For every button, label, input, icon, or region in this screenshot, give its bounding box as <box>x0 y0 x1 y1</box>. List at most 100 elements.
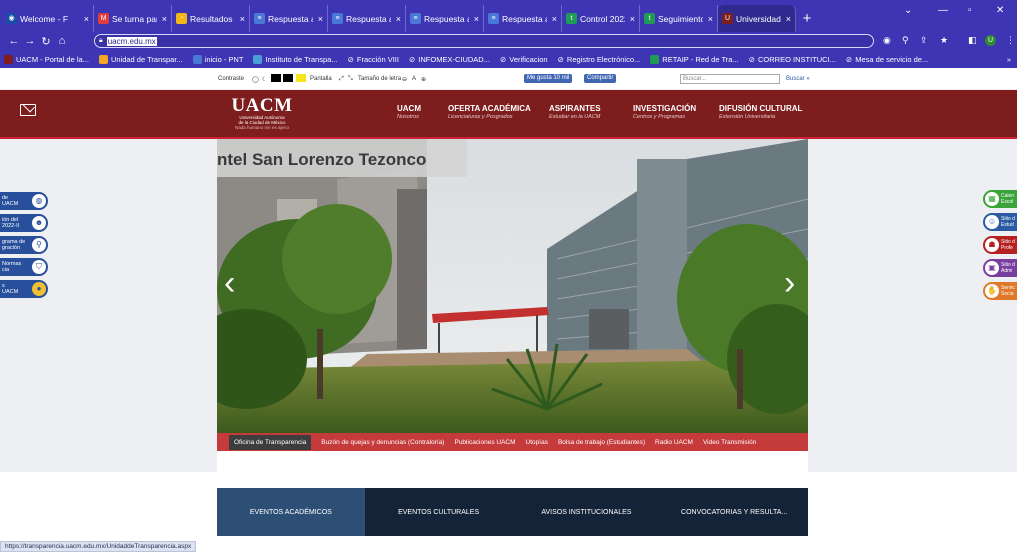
browser-tab-active[interactable]: U Universidad × <box>718 5 796 32</box>
profile-avatar[interactable]: U <box>985 35 996 46</box>
slider-prev-icon[interactable]: ‹ <box>224 264 235 303</box>
facebook-like-button[interactable]: Me gusta 10 mil <box>524 74 573 83</box>
close-icon[interactable]: × <box>84 14 89 24</box>
bookmark-star-icon[interactable]: ★ <box>940 35 948 46</box>
quick-link-buzon[interactable]: Buzón de quejas y denuncias (Contraloría… <box>321 439 444 446</box>
side-right-link[interactable]: ▦ Calen Escol <box>983 190 1017 208</box>
browser-tab[interactable]: ◔ Resultados d × <box>172 5 250 32</box>
reload-icon[interactable]: ↻ <box>38 35 54 48</box>
bookmark-favicon-icon <box>192 54 202 64</box>
side-right-link[interactable]: ☗ Sitio d Profe <box>983 236 1017 254</box>
side-right-link[interactable]: ▣ Sitio d Admi <box>983 259 1017 277</box>
bookmark-item[interactable]: ⊘ Mesa de servicio de... <box>846 55 928 64</box>
home-icon[interactable]: ⌂ <box>54 35 70 47</box>
quick-link-transparencia[interactable]: Oficina de Transparencia <box>229 434 312 450</box>
side-left-link[interactable]: de UACM ◍ <box>0 192 48 210</box>
side-right-link[interactable]: ✋ Servic Socia <box>983 282 1017 300</box>
forward-icon[interactable]: → <box>22 35 38 47</box>
quick-link-publicaciones[interactable]: Publicaciones UACM <box>454 439 515 446</box>
bookmark-item[interactable]: Instituto de Transpa... <box>253 54 338 64</box>
bookmark-label: RETAIP - Red de Tra... <box>662 54 739 64</box>
side-left-link[interactable]: ión del 2022-II ☻ <box>0 214 48 232</box>
globe-icon: ◍ <box>32 194 46 208</box>
contrast-yellow-icon[interactable] <box>296 74 306 82</box>
new-tab-button[interactable]: + <box>796 5 818 32</box>
close-window-icon[interactable]: ✕ <box>996 5 1004 16</box>
quick-link-radio[interactable]: Radio UACM <box>655 439 693 446</box>
nav-item-oferta[interactable]: OFERTA ACADÉMICA Licenciaturas y Posgrad… <box>448 104 531 120</box>
search-button[interactable]: Buscar » <box>786 76 810 82</box>
google-lens-icon[interactable]: ◉ <box>883 35 891 46</box>
side-left-link[interactable]: Normas cia ⛉ <box>0 258 48 276</box>
close-icon[interactable]: × <box>162 14 167 24</box>
tab-eventos-culturales[interactable]: EVENTOS CULTURALES <box>365 488 513 536</box>
browser-tab[interactable]: ≡ Respuesta a × <box>328 5 406 32</box>
menu-kebab-icon[interactable]: ⋮ <box>1006 35 1015 46</box>
minimize-icon[interactable]: — <box>938 5 948 16</box>
contrast-default-icon[interactable]: ◯ <box>252 76 259 83</box>
close-icon[interactable]: × <box>708 14 713 24</box>
bookmark-item[interactable]: Unidad de Transpar... <box>98 54 183 64</box>
quick-link-video[interactable]: Video Transmisión <box>703 439 756 446</box>
sidebar-icon[interactable]: ◧ <box>968 35 977 46</box>
browser-tab[interactable]: ◉ Welcome - F × <box>2 5 94 32</box>
close-icon[interactable]: × <box>318 14 323 24</box>
quick-link-bolsa[interactable]: Bolsa de trabajo (Estudiantes) <box>558 439 645 446</box>
site-search-input[interactable]: Buscar... <box>680 74 780 84</box>
bookmark-item[interactable]: ⊘ Registro Electrónico... <box>558 55 641 64</box>
tab-search-icon[interactable]: ⌄ <box>904 5 912 16</box>
maximize-icon[interactable]: ▫ <box>968 5 972 16</box>
bookmark-item[interactable]: ⊘ INFOMEX-CIUDAD... <box>409 55 490 64</box>
tab-avisos-institucionales[interactable]: AVISOS INSTITUCIONALES <box>513 488 661 536</box>
nav-item-uacm[interactable]: UACM Nosotros <box>397 104 421 120</box>
browser-tab[interactable]: t Control 2022 × <box>562 5 640 32</box>
uacm-logo[interactable]: UACM Universidad Autónoma de la Ciudad d… <box>228 96 296 130</box>
expand-screen-icon[interactable]: ⤢ <box>339 76 344 83</box>
share-icon[interactable]: ⇪ <box>920 35 928 46</box>
font-increase-icon[interactable]: ⊕ <box>421 76 426 83</box>
tab-eventos-academicos[interactable]: EVENTOS ACADÉMICOS <box>217 488 365 536</box>
side-right-link[interactable]: ☺ Sitio d Estud <box>983 213 1017 231</box>
nav-item-difusion[interactable]: DIFUSIÓN CULTURAL Extensión Universitari… <box>719 104 802 120</box>
close-icon[interactable]: × <box>474 14 479 24</box>
bookmark-item[interactable]: UACM - Portal de la... <box>4 54 89 64</box>
tab-convocatorias[interactable]: CONVOCATORIAS Y RESULTA... <box>660 488 808 536</box>
browser-tab[interactable]: t Seguimiento × <box>640 5 718 32</box>
font-normal-icon[interactable]: A <box>412 76 416 82</box>
address-input[interactable]: 🔒︎ uacm.edu.mx <box>94 34 874 48</box>
logo-motto: Nada humano me es ajeno <box>234 125 290 130</box>
browser-tab[interactable]: ≡ Respuesta a × <box>484 5 562 32</box>
close-icon[interactable]: × <box>396 14 401 24</box>
close-icon[interactable]: × <box>786 14 791 24</box>
back-icon[interactable]: ← <box>6 35 22 47</box>
side-left-link[interactable]: s UACM ● <box>0 280 48 298</box>
browser-tab[interactable]: M Se turna para × <box>94 5 172 32</box>
more-bookmarks-button[interactable]: » <box>1007 55 1011 64</box>
nav-item-aspirantes[interactable]: ASPIRANTES Estudiar en la UACM <box>549 104 601 120</box>
nav-item-investigacion[interactable]: INVESTIGACIÓN Centros y Programas <box>633 104 696 120</box>
bookmark-item[interactable]: RETAIP - Red de Tra... <box>650 54 739 64</box>
tab-favicon-icon: t <box>566 13 577 24</box>
bookmark-item[interactable]: ⊘ CORREO INSTITUCI... <box>749 55 836 64</box>
facebook-share-button[interactable]: Compartir <box>584 74 617 83</box>
mail-icon[interactable] <box>20 104 36 116</box>
contrast-dark-icon[interactable] <box>271 74 281 82</box>
browser-tab[interactable]: ≡ Respuesta a × <box>250 5 328 32</box>
bookmark-item[interactable]: ⊘ Verificacion <box>500 55 548 64</box>
shrink-screen-icon[interactable]: ⤡ <box>348 76 353 83</box>
lock-icon[interactable]: 🔒︎ <box>99 37 103 45</box>
side-left-link[interactable]: grama de gración ⚲ <box>0 236 48 254</box>
contrast-high-icon[interactable] <box>283 74 293 82</box>
close-icon[interactable]: × <box>552 14 557 24</box>
bookmark-item[interactable]: ⊘ Fracción VIII <box>348 55 399 64</box>
slider-next-icon[interactable]: › <box>784 264 795 303</box>
quick-link-utopias[interactable]: Utopías <box>526 439 548 446</box>
close-icon[interactable]: × <box>630 14 635 24</box>
zoom-icon[interactable]: ⚲ <box>902 35 909 46</box>
tab-favicon-icon: ◔ <box>176 13 187 24</box>
browser-tab[interactable]: ≡ Respuesta a × <box>406 5 484 32</box>
bookmark-item[interactable]: inicio - PNT <box>192 54 243 64</box>
font-decrease-icon[interactable]: ⊖ <box>402 76 407 83</box>
contrast-light-icon[interactable]: ☾ <box>262 76 267 83</box>
close-icon[interactable]: × <box>240 14 245 24</box>
